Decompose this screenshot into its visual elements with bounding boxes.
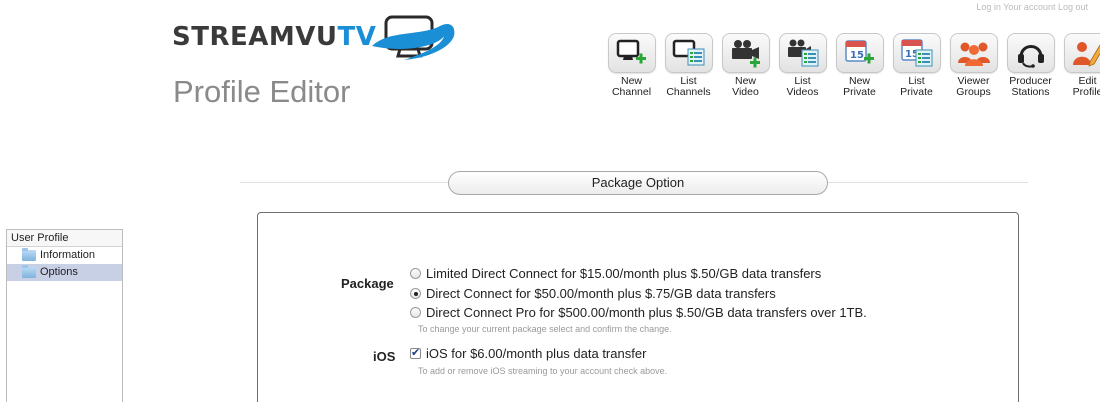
tool-label: New Channel bbox=[611, 75, 652, 98]
logo-text: STREAMVU bbox=[172, 22, 338, 52]
streamvutv-logo: STREAMVUTV bbox=[172, 12, 472, 72]
radio-button[interactable] bbox=[410, 307, 421, 318]
package-hint: To change your current package select an… bbox=[418, 324, 672, 334]
package-label: Package bbox=[341, 276, 394, 291]
radio-button[interactable] bbox=[410, 268, 421, 279]
package-option-label: Limited Direct Connect for $15.00/month … bbox=[426, 266, 822, 281]
ios-checkbox[interactable]: ✔ bbox=[410, 347, 421, 359]
svg-text:15: 15 bbox=[850, 50, 864, 61]
new-channel-button[interactable]: New Channel bbox=[603, 33, 660, 98]
profile-sidebar: User Profile Information Options bbox=[6, 229, 123, 402]
tool-label: Edit Profile bbox=[1072, 75, 1100, 98]
account-links[interactable]: Log in Your account Log out bbox=[976, 2, 1088, 12]
new-channel-icon bbox=[616, 39, 646, 64]
edit-profile-button[interactable]: Edit Profile bbox=[1059, 33, 1100, 98]
tool-label: New Private bbox=[843, 75, 876, 98]
tool-label: List Private bbox=[900, 75, 933, 98]
headset-icon bbox=[1017, 45, 1044, 68]
edit-profile-icon bbox=[1072, 42, 1100, 67]
list-private-icon: 15 bbox=[900, 39, 932, 67]
radio-button-selected[interactable] bbox=[410, 288, 421, 299]
viewer-groups-icon bbox=[957, 42, 990, 66]
new-video-button[interactable]: New Video bbox=[717, 33, 774, 98]
package-option-pro[interactable]: Direct Connect Pro for $500.00/month plu… bbox=[410, 305, 867, 320]
ios-option[interactable]: ✔ iOS for $6.00/month plus data transfer bbox=[410, 346, 646, 361]
tool-label: Producer Stations bbox=[1009, 75, 1052, 98]
tool-label: List Channels bbox=[666, 75, 711, 98]
list-private-button[interactable]: 15 List Private bbox=[888, 33, 945, 98]
package-option-limited[interactable]: Limited Direct Connect for $15.00/month … bbox=[410, 266, 821, 281]
package-option-label: Direct Connect Pro for $500.00/month plu… bbox=[426, 305, 867, 320]
sidebar-heading: User Profile bbox=[7, 230, 122, 247]
sidebar-item-options[interactable]: Options bbox=[7, 264, 122, 281]
list-channels-icon bbox=[672, 39, 704, 66]
checkmark-icon: ✔ bbox=[411, 347, 421, 359]
sidebar-item-label: Information bbox=[40, 249, 96, 261]
list-videos-button[interactable]: List Videos bbox=[774, 33, 831, 98]
sidebar-item-label: Options bbox=[40, 266, 78, 278]
ios-label: iOS bbox=[373, 349, 396, 364]
new-private-button[interactable]: 15 New Private bbox=[831, 33, 888, 98]
section-title: Package Option bbox=[448, 171, 828, 195]
producer-stations-button[interactable]: Producer Stations bbox=[1002, 33, 1059, 98]
ios-hint: To add or remove iOS streaming to your a… bbox=[418, 366, 668, 376]
viewer-groups-button[interactable]: Viewer Groups bbox=[945, 33, 1002, 98]
ios-option-label: iOS for $6.00/month plus data transfer bbox=[426, 346, 647, 361]
list-videos-icon bbox=[787, 39, 818, 67]
folder-icon bbox=[22, 248, 36, 261]
toolbar: New Channel List Channels New Video List… bbox=[603, 33, 1100, 98]
page-title: Profile Editor bbox=[173, 74, 351, 109]
tool-label: New Video bbox=[732, 75, 759, 98]
new-video-icon bbox=[731, 40, 760, 68]
divider-right bbox=[828, 182, 1028, 183]
package-option-label: Direct Connect for $50.00/month plus $.7… bbox=[426, 286, 776, 301]
sidebar-item-information[interactable]: Information bbox=[7, 247, 122, 264]
divider-left bbox=[240, 182, 448, 183]
package-option-direct-connect[interactable]: Direct Connect for $50.00/month plus $.7… bbox=[410, 286, 776, 301]
tool-label: List Videos bbox=[786, 75, 819, 98]
folder-icon bbox=[22, 265, 36, 278]
new-private-icon: 15 bbox=[844, 40, 874, 64]
tv-logo-icon bbox=[372, 15, 455, 60]
tool-label: Viewer Groups bbox=[956, 75, 991, 98]
list-channels-button[interactable]: List Channels bbox=[660, 33, 717, 98]
